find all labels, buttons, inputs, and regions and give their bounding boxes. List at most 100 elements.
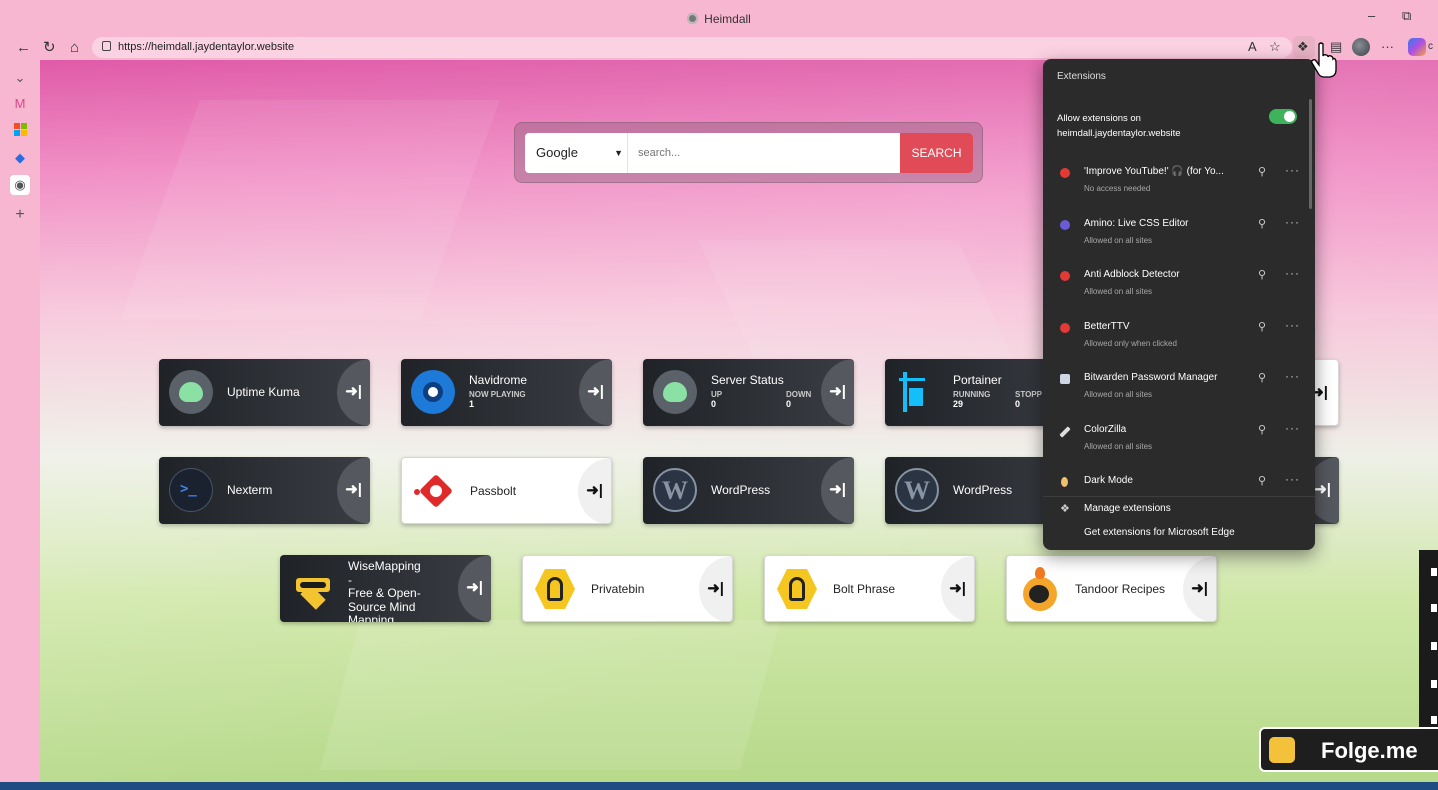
more-options-icon[interactable]: ··· <box>1285 369 1300 383</box>
profile-avatar[interactable] <box>1352 38 1370 56</box>
nexterm-icon: >_ <box>169 468 213 512</box>
pin-icon[interactable]: ⚲ <box>1258 320 1266 333</box>
restore-button[interactable]: ⧉ <box>1402 8 1411 24</box>
heimdall-sidebar-icon[interactable]: ◉ <box>10 175 30 195</box>
pin-icon[interactable]: ⚲ <box>1258 217 1266 230</box>
betterttv-icon <box>1060 323 1070 333</box>
extension-item[interactable]: Anti Adblock Detector Allowed on all sit… <box>1043 266 1315 317</box>
edge-sidebar: ⌄ M ◆ ◉ + <box>0 60 40 782</box>
favorite-star-icon[interactable]: ☆ <box>1269 39 1281 55</box>
extension-item[interactable]: Dark Mode ⚲ ··· <box>1043 472 1315 493</box>
pin-icon[interactable]: ⚲ <box>1258 371 1266 384</box>
right-dock <box>1419 550 1438 730</box>
minimize-button[interactable]: – <box>1368 8 1375 23</box>
dock-tag-icon[interactable] <box>1431 716 1437 724</box>
divider <box>1043 496 1315 497</box>
arrow-right-icon: ➜| <box>587 383 604 400</box>
dark-mode-icon <box>1061 477 1068 487</box>
add-sidebar-app-icon[interactable]: + <box>12 206 28 223</box>
dock-swap-icon[interactable] <box>1431 568 1437 576</box>
search-button[interactable]: SEARCH <box>900 133 973 173</box>
tile-title: Passbolt <box>470 484 517 498</box>
extension-name: Amino: Live CSS Editor <box>1084 218 1189 229</box>
dock-user-icon[interactable] <box>1431 642 1437 650</box>
back-icon[interactable]: ← <box>16 38 31 58</box>
more-menu-icon[interactable]: ··· <box>1381 39 1394 54</box>
extension-name: 'Improve YouTube!' 🎧 (for Yo... <box>1084 166 1224 177</box>
address-bar[interactable]: https://heimdall.jaydentaylor.website <box>92 37 1292 58</box>
amino-icon <box>1060 220 1070 230</box>
portainer-icon <box>895 370 939 414</box>
refresh-icon[interactable]: ↻ <box>43 38 56 58</box>
get-extensions-link[interactable]: Get extensions for Microsoft Edge <box>1084 527 1235 538</box>
shopping-icon[interactable]: ◆ <box>12 150 28 166</box>
pin-icon[interactable]: ⚲ <box>1258 474 1266 487</box>
pin-icon[interactable]: ⚲ <box>1258 268 1266 281</box>
extension-name: BetterTTV <box>1084 321 1130 332</box>
tile-wisemapping[interactable]: WiseMapping - Free & Open- Source Mind M… <box>280 555 491 622</box>
tile-title-line: Mapping <box>348 613 395 622</box>
tile-title: WordPress <box>711 483 771 497</box>
pin-icon[interactable]: ⚲ <box>1258 165 1266 178</box>
copilot-label: c <box>1428 41 1433 52</box>
arrow-right-icon: ➜| <box>345 481 362 498</box>
pin-icon[interactable]: ⚲ <box>1258 423 1266 436</box>
extensions-title: Extensions <box>1057 71 1106 82</box>
extension-item[interactable]: Bitwarden Password Manager Allowed on al… <box>1043 369 1315 420</box>
read-aloud-icon[interactable]: A <box>1248 39 1257 54</box>
search-provider-select[interactable]: Google ▼ <box>525 133 628 173</box>
extension-item[interactable]: Amino: Live CSS Editor Allowed on all si… <box>1043 215 1315 266</box>
allow-extensions-toggle[interactable] <box>1269 109 1297 124</box>
extension-status: Allowed on all sites <box>1084 442 1153 451</box>
arrow-right-icon: ➜| <box>949 580 966 597</box>
running-label: RUNNING <box>953 390 991 399</box>
tile-bolt-phrase[interactable]: Bolt Phrase ➜| <box>764 555 975 622</box>
more-options-icon[interactable]: ··· <box>1285 266 1300 280</box>
tile-uptime-kuma[interactable]: Uptime Kuma ➜| <box>159 359 370 426</box>
title-bar: Heimdall – ⧉ <box>0 0 1438 36</box>
tile-title: Privatebin <box>591 582 645 596</box>
tile-title: Navidrome <box>469 373 528 387</box>
lock-icon <box>102 41 111 51</box>
tile-wordpress[interactable]: W WordPress ➜| <box>643 457 854 524</box>
more-options-icon[interactable]: ··· <box>1285 163 1300 177</box>
now-playing-label: NOW PLAYING <box>469 390 526 399</box>
sidebar-collapse-icon[interactable]: ⌄ <box>12 70 28 86</box>
microsoft-apps-icon[interactable] <box>12 123 28 139</box>
colorzilla-icon <box>1059 426 1071 438</box>
now-playing-value: 1 <box>469 399 475 409</box>
running-value: 29 <box>953 399 964 409</box>
tile-server-status[interactable]: Server Status UP 0 DOWN 0 ➜| <box>643 359 854 426</box>
search-input[interactable] <box>628 133 900 173</box>
chevron-down-icon: ▼ <box>614 148 623 158</box>
arrow-right-icon: ➜| <box>586 482 603 499</box>
more-options-icon[interactable]: ··· <box>1285 421 1300 435</box>
navidrome-icon <box>411 370 455 414</box>
extension-name: Dark Mode <box>1084 475 1133 486</box>
tile-passbolt[interactable]: Passbolt ➜| <box>401 457 612 524</box>
extension-status: Allowed on all sites <box>1084 287 1153 296</box>
home-icon[interactable]: ⌂ <box>70 38 79 58</box>
up-label: UP <box>711 390 723 399</box>
extension-item[interactable]: ColorZilla Allowed on all sites ⚲ ··· <box>1043 421 1315 472</box>
tile-title: Nexterm <box>227 483 273 497</box>
url-text[interactable]: https://heimdall.jaydentaylor.website <box>118 41 294 53</box>
arrow-right-icon: ➜| <box>466 579 483 596</box>
more-options-icon[interactable]: ··· <box>1285 318 1300 332</box>
gmail-icon[interactable]: M <box>12 96 28 112</box>
tile-privatebin[interactable]: Privatebin ➜| <box>522 555 733 622</box>
extension-item[interactable]: BetterTTV Allowed only when clicked ⚲ ··… <box>1043 318 1315 369</box>
copilot-icon[interactable] <box>1408 38 1426 56</box>
extension-item[interactable]: 'Improve YouTube!' 🎧 (for Yo... No acces… <box>1043 163 1315 214</box>
arrow-right-icon: ➜| <box>1314 481 1331 498</box>
puzzle-icon: ❖ <box>1297 39 1309 54</box>
tile-navidrome[interactable]: Navidrome NOW PLAYING 1 ➜| <box>401 359 612 426</box>
privatebin-icon <box>775 567 819 611</box>
dock-grid-icon[interactable] <box>1431 604 1437 612</box>
manage-extensions-link[interactable]: Manage extensions <box>1084 503 1171 514</box>
more-options-icon[interactable]: ··· <box>1285 215 1300 229</box>
more-options-icon[interactable]: ··· <box>1285 472 1300 486</box>
dock-list-icon[interactable] <box>1431 680 1437 688</box>
tile-nexterm[interactable]: >_ Nexterm ➜| <box>159 457 370 524</box>
tile-tandoor-recipes[interactable]: Tandoor Recipes ➜| <box>1006 555 1217 622</box>
